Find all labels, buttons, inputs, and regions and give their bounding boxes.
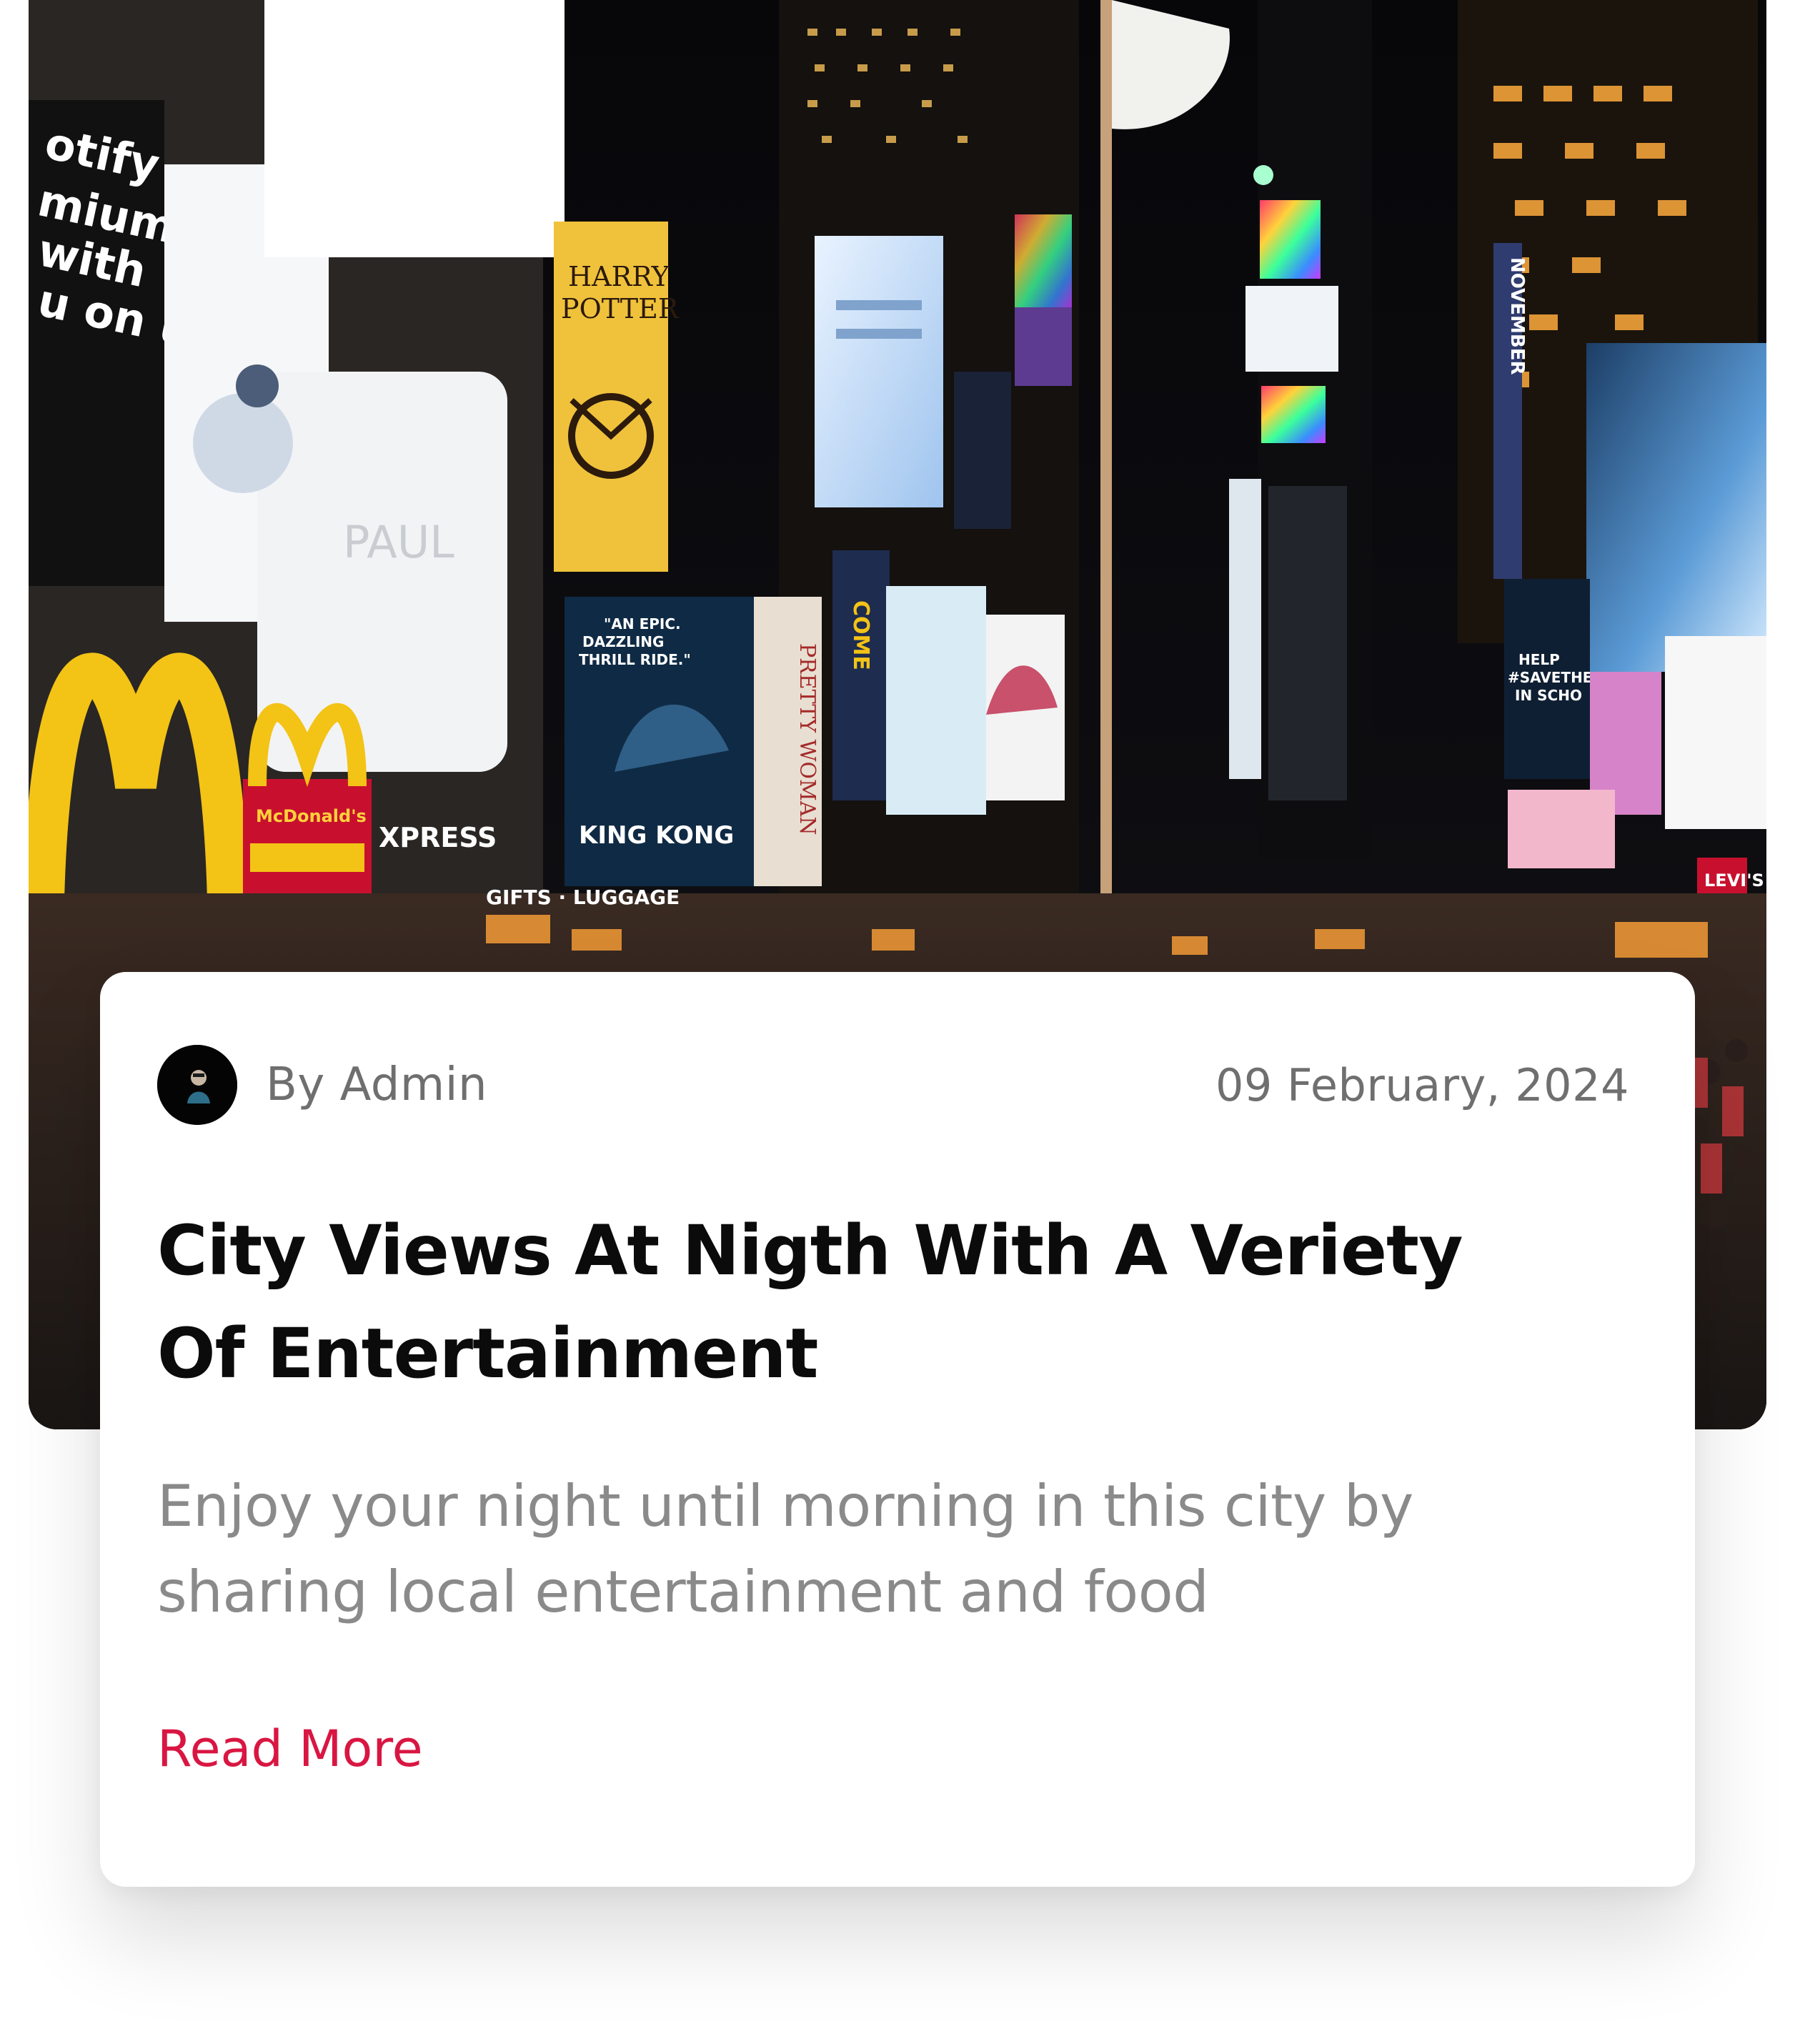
author-avatar[interactable] [157,1045,237,1125]
svg-text:XPRESS: XPRESS [379,822,497,853]
svg-text:HELP: HELP [1518,651,1560,668]
svg-text:IN SCHO: IN SCHO [1515,687,1582,704]
read-more-link[interactable]: Read More [157,1720,423,1778]
author-name[interactable]: By Admin [266,1058,487,1111]
svg-text:HARRY: HARRY [568,261,670,292]
blog-post-card-wrapper: otify mium, with u on us. PAUL McDonald'… [0,0,1795,2044]
author-avatar-image [157,1045,237,1125]
svg-text:DAZZLING: DAZZLING [582,633,664,650]
post-excerpt: Enjoy your night until morning in this c… [157,1473,1413,1625]
svg-text:COME: COME [848,600,873,670]
svg-text:LEVI'S: LEVI'S [1704,870,1764,890]
post-title[interactable]: City Views At Nigth With A Veriety Of En… [157,1199,1515,1405]
svg-text:KING KONG: KING KONG [579,821,734,850]
post-author[interactable]: By Admin [157,1045,487,1125]
post-card: By Admin 09 February, 2024 City Views At… [100,972,1695,1887]
post-date: 09 February, 2024 [1215,1058,1629,1111]
svg-text:NOVEMBER: NOVEMBER [1506,257,1528,375]
svg-text:THRILL RIDE.": THRILL RIDE." [579,651,691,668]
svg-text:#SAVETHE: #SAVETHE [1508,669,1592,686]
svg-text:POTTER: POTTER [561,293,680,324]
svg-text:GIFTS · LUGGAGE: GIFTS · LUGGAGE [486,885,680,909]
post-meta: By Admin 09 February, 2024 [157,1045,1629,1125]
svg-text:PRETTY WOMAN: PRETTY WOMAN [795,643,820,835]
svg-text:PAUL: PAUL [343,516,454,568]
svg-text:McDonald's: McDonald's [256,806,367,826]
svg-text:"AN EPIC.: "AN EPIC. [604,615,681,632]
